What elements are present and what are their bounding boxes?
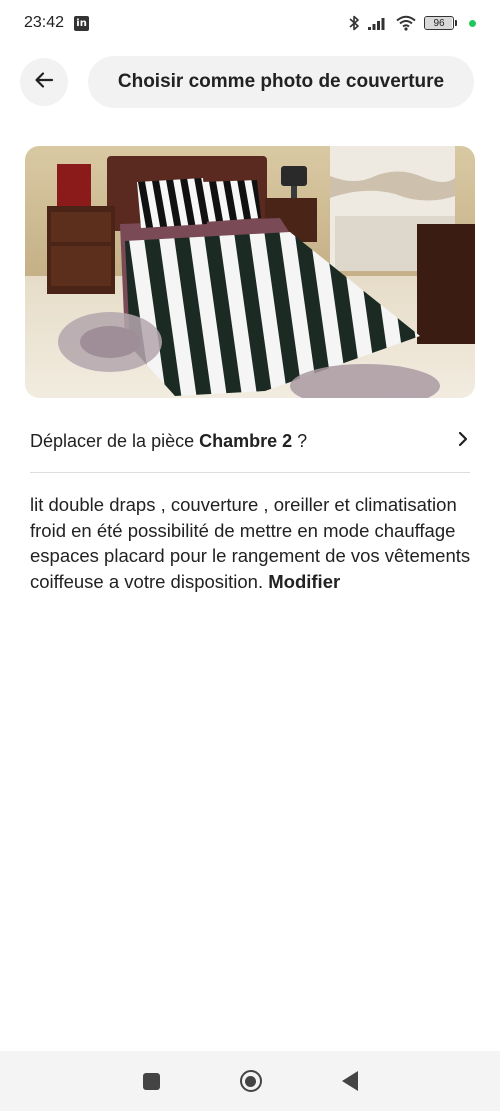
clock: 23:42 [24, 14, 65, 31]
circle-icon[interactable] [239, 1070, 262, 1092]
linkedin-icon: in [74, 15, 90, 31]
system-nav-bar [0, 1051, 500, 1111]
battery-tip [455, 20, 457, 26]
photo-description: lit double draps , couverture , oreiller… [30, 492, 480, 594]
signal-icon [368, 16, 388, 30]
square-icon[interactable] [142, 1072, 160, 1090]
arrow-left-icon [34, 70, 54, 95]
move-room-text: Déplacer de la pièce Chambre 2 ? [30, 431, 307, 452]
description-text: lit double draps , couverture , oreiller… [30, 494, 471, 592]
notification-dot [469, 19, 476, 27]
set-cover-photo-button[interactable]: Choisir comme photo de couverture [88, 56, 474, 108]
modify-button[interactable]: Modifier [268, 571, 340, 592]
move-room-suffix: ? [292, 430, 308, 451]
status-left: 23:42 in [24, 14, 90, 32]
room-name: Chambre 2 [199, 430, 293, 451]
triangle-back-icon[interactable] [341, 1071, 358, 1091]
battery-body: 96 [424, 16, 454, 30]
header: Choisir comme photo de couverture [20, 56, 474, 108]
bedroom-photo [25, 146, 475, 398]
status-right: 96 [348, 15, 476, 31]
divider [30, 472, 470, 473]
chevron-right-icon [456, 430, 470, 453]
battery-icon: 96 [424, 16, 457, 30]
status-bar: 23:42 in 96 [0, 0, 500, 46]
bluetooth-icon [348, 15, 360, 31]
move-room-prefix: Déplacer de la pièce [30, 430, 200, 451]
circle-icon-inner [245, 1075, 256, 1087]
wifi-icon [396, 15, 416, 31]
battery-level: 96 [433, 18, 445, 29]
move-room-row[interactable]: Déplacer de la pièce Chambre 2 ? [30, 416, 470, 466]
back-button[interactable] [20, 58, 68, 106]
